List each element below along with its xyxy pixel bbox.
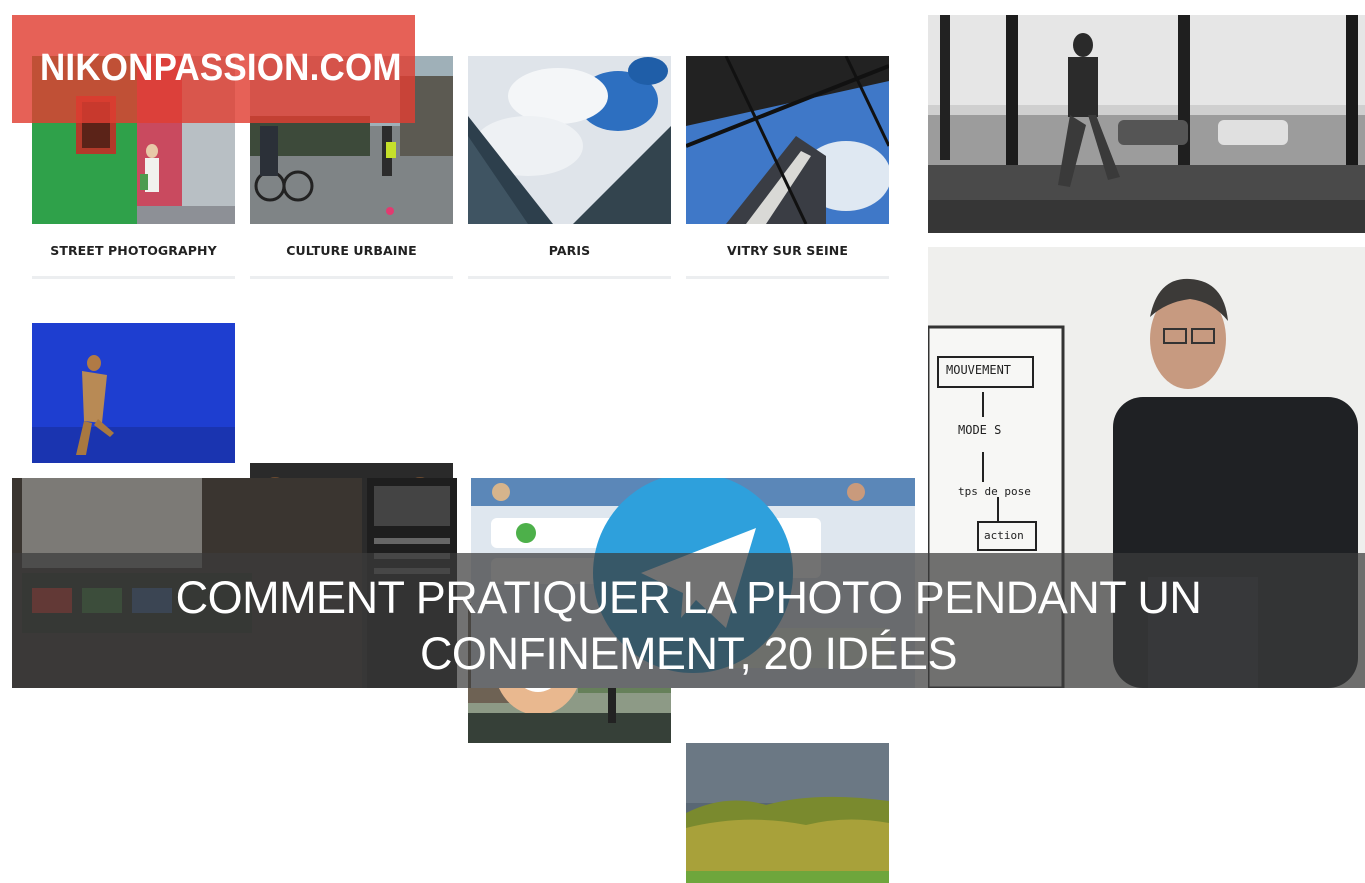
vitry-sur-seine-thumbnail[interactable] [686, 56, 889, 224]
whiteboard-text-mouvement: MOUVEMENT [946, 363, 1012, 377]
brand-logo-text[interactable]: NIKONPASSION.COM [40, 47, 402, 90]
rainy-street-photo[interactable] [928, 15, 1365, 233]
category-card-paris[interactable]: PARIS [468, 56, 671, 279]
paris-thumbnail[interactable] [468, 56, 671, 224]
category-card-vitry-sur-seine[interactable]: VITRY SUR SEINE [686, 56, 889, 279]
whiteboard-text-mode: MODE S [958, 423, 1002, 437]
headline-overlay[interactable]: COMMENT PRATIQUER LA PHOTO PENDANT UN CO… [12, 553, 1365, 688]
headline-line-1: COMMENT PRATIQUER LA PHOTO PENDANT UN [175, 572, 1202, 623]
headline-line-2: CONFINEMENT, 20 IDÉES [419, 628, 958, 679]
category-label[interactable]: STREET PHOTOGRAPHY [32, 224, 235, 279]
whiteboard-text-action: action [984, 529, 1024, 542]
landscape-thumbnail[interactable] [686, 743, 889, 883]
category-label[interactable]: PARIS [468, 224, 671, 279]
whiteboard-text-pose: tps de pose [958, 485, 1031, 498]
headline-title[interactable]: COMMENT PRATIQUER LA PHOTO PENDANT UN CO… [12, 570, 1365, 682]
category-label[interactable]: CULTURE URBAINE [250, 224, 453, 279]
brand-banner[interactable]: NIKONPASSION.COM [12, 15, 415, 123]
dancer-thumbnail[interactable] [32, 323, 235, 463]
category-label[interactable]: VITRY SUR SEINE [686, 224, 889, 279]
